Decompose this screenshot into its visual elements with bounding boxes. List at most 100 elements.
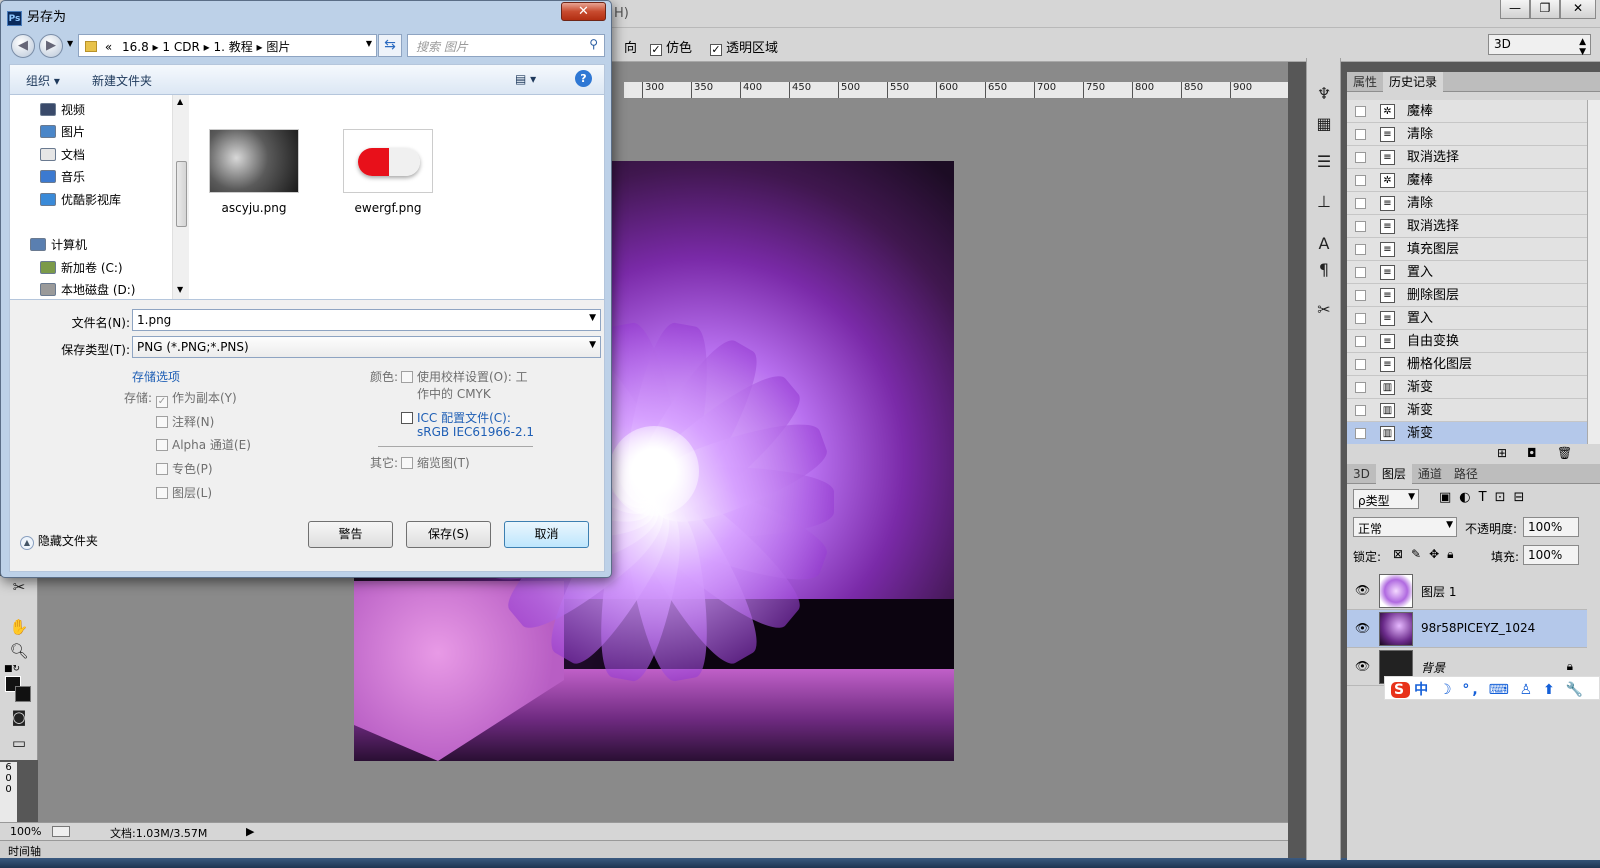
history-checkbox[interactable] [1355, 221, 1366, 232]
history-checkbox[interactable] [1355, 359, 1366, 370]
status-arrow-icon[interactable]: ▶ [246, 825, 254, 838]
history-checkbox[interactable] [1355, 382, 1366, 393]
tree-item[interactable]: 优酷影视库 [40, 191, 121, 208]
dither-checkbox[interactable]: ✓ 仿色 [650, 37, 692, 56]
workspace-select[interactable]: 3D ▲ ▼ [1488, 34, 1591, 57]
breadcrumb-item[interactable]: 16.8 [122, 40, 149, 54]
screen-mode-icon[interactable]: ▭ [8, 732, 30, 754]
save-button[interactable]: 保存(S) [406, 521, 491, 548]
chevron-down-icon[interactable]: ▼ [589, 340, 596, 350]
filetype-select[interactable]: PNG (*.PNG;*.PNS) ▼ [132, 336, 601, 358]
tree-item[interactable]: 图片 [40, 123, 85, 140]
tab-channels[interactable]: 通道 [1412, 464, 1448, 484]
cancel-button[interactable]: 取消 [504, 521, 589, 548]
tree-item[interactable]: 音乐 [40, 168, 85, 185]
eye-icon[interactable]: 👁︎ [1355, 621, 1370, 635]
transparency-checkbox[interactable]: ✓ 透明区域 [710, 37, 778, 56]
history-item[interactable]: ≡ 栅格化图层 [1347, 353, 1587, 376]
history-item[interactable]: ≡ 置入 [1347, 261, 1587, 284]
file-item[interactable]: ascyju.png [204, 129, 304, 215]
back-button[interactable]: ◀ [11, 34, 35, 58]
spot-colors-checkbox[interactable]: 专色(P) [156, 460, 213, 477]
scroll-up-icon[interactable]: ▲ [177, 97, 183, 106]
zoom-tool-icon[interactable]: 🔍︎ [8, 640, 30, 662]
as-copy-checkbox[interactable]: ✓ 作为副本(Y) [156, 389, 237, 408]
history-checkbox[interactable] [1355, 129, 1366, 140]
clone-source-icon[interactable]: ⊥ [1312, 190, 1336, 214]
lock-icons[interactable]: ⊠✎✥🔒︎ [1393, 547, 1462, 562]
ime-toolbar[interactable]: S中 ☽ °, ⌨ ♙ ⬆ 🔧 [1384, 676, 1600, 700]
restore-button[interactable]: ❐ [1530, 0, 1560, 19]
eye-icon[interactable]: 👁︎ [1355, 659, 1370, 673]
history-checkbox[interactable] [1355, 198, 1366, 209]
tab-properties[interactable]: 属性 [1347, 72, 1383, 92]
grid-icon[interactable]: ▦ [1312, 112, 1336, 136]
layers-checkbox[interactable]: 图层(L) [156, 484, 212, 501]
tree-item[interactable]: 视频 [40, 101, 85, 118]
history-checkbox[interactable] [1355, 313, 1366, 324]
history-item[interactable]: ✲ 魔棒 [1347, 100, 1587, 123]
history-item[interactable]: ≡ 删除图层 [1347, 284, 1587, 307]
paragraph-icon[interactable]: ¶ [1312, 258, 1336, 282]
background-color-swatch[interactable] [15, 686, 31, 702]
history-checkbox[interactable] [1355, 290, 1366, 301]
tree-item[interactable]: 计算机 [30, 236, 87, 253]
history-checkbox[interactable] [1355, 106, 1366, 117]
blend-mode-select[interactable]: 正常 ▼ [1353, 517, 1457, 537]
history-checkbox[interactable] [1355, 244, 1366, 255]
help-icon[interactable]: ? [575, 70, 592, 87]
refresh-button[interactable]: ⇆ [378, 34, 402, 57]
filename-input[interactable]: 1.png ▼ [132, 309, 601, 331]
history-checkbox[interactable] [1355, 405, 1366, 416]
timeline-bar[interactable]: 时间轴 [0, 840, 1288, 858]
filter-icons[interactable]: ▣◐T⊡⊟ [1439, 490, 1532, 505]
tree-item[interactable]: 新加卷 (C:) [40, 259, 123, 276]
history-checkbox[interactable] [1355, 336, 1366, 347]
new-folder-button[interactable]: 新建文件夹 [92, 72, 152, 89]
opacity-field[interactable]: 100% [1523, 517, 1579, 537]
history-item[interactable]: ▥ 渐变 [1347, 422, 1587, 444]
brush-presets-icon[interactable]: ♆ [1312, 82, 1336, 106]
organize-menu[interactable]: 组织 ▾ [26, 72, 60, 89]
trash-icon[interactable]: 🗑︎ [1557, 446, 1572, 460]
lasso-tool-icon[interactable]: ✂ [8, 576, 30, 598]
snapshot-icon[interactable]: ◘ [1527, 446, 1537, 460]
history-item[interactable]: ≡ 取消选择 [1347, 215, 1587, 238]
close-button[interactable]: ✕ [561, 2, 606, 21]
history-item[interactable]: ≡ 置入 [1347, 307, 1587, 330]
file-item[interactable]: ewergf.png [338, 129, 438, 215]
layer-filter-select[interactable]: ρ类型 ▼ [1353, 489, 1419, 509]
history-item[interactable]: ▥ 渐变 [1347, 376, 1587, 399]
layer-row[interactable]: 👁︎ 98r58PICEYZ_1024 [1347, 610, 1587, 648]
new-document-icon[interactable]: ⊞ [1497, 446, 1507, 460]
warning-button[interactable]: 警告 [308, 521, 393, 548]
history-item[interactable]: ▥ 渐变 [1347, 399, 1587, 422]
storage-options-link[interactable]: 存储选项 [132, 368, 180, 385]
notes-checkbox[interactable]: 注释(N) [156, 413, 214, 430]
icc-profile-checkbox[interactable]: ICC 配置文件(C): [401, 409, 511, 426]
tab-paths[interactable]: 路径 [1448, 464, 1484, 484]
ime-controls[interactable]: 中 ☽ °, ⌨ ♙ ⬆ 🔧 [1414, 682, 1586, 698]
chevron-down-icon[interactable]: ▼ [366, 39, 372, 48]
tool-presets-icon[interactable]: ✂ [1312, 298, 1336, 322]
forward-button[interactable]: ▶ [39, 34, 63, 58]
scroll-thumb[interactable] [176, 161, 187, 227]
history-item[interactable]: ≡ 填充图层 [1347, 238, 1587, 261]
breadcrumb-item[interactable]: 图片 [266, 40, 290, 54]
breadcrumb-overflow[interactable]: « [105, 40, 112, 54]
breadcrumb-item[interactable]: 1. 教程 [213, 40, 252, 54]
tree-item[interactable]: 本地磁盘 (D:) [40, 281, 135, 298]
hide-folders-toggle[interactable]: ▲ 隐藏文件夹 [20, 532, 98, 550]
fill-field[interactable]: 100% [1523, 545, 1579, 565]
hand-tool-icon[interactable]: ✋ [8, 616, 30, 638]
tab-layers[interactable]: 图层 [1375, 464, 1412, 484]
alpha-channels-checkbox[interactable]: Alpha 通道(E) [156, 436, 251, 453]
history-item[interactable]: ✲ 魔棒 [1347, 169, 1587, 192]
history-item[interactable]: ≡ 取消选择 [1347, 146, 1587, 169]
chevron-down-icon[interactable]: ▼ [589, 313, 596, 323]
scroll-down-icon[interactable]: ▼ [177, 285, 183, 294]
search-input[interactable]: 搜索 图片 ⚲ [407, 34, 605, 57]
tab-history[interactable]: 历史记录 [1383, 72, 1444, 92]
close-window-button[interactable]: ✕ [1560, 0, 1596, 19]
history-item[interactable]: ≡ 自由变换 [1347, 330, 1587, 353]
